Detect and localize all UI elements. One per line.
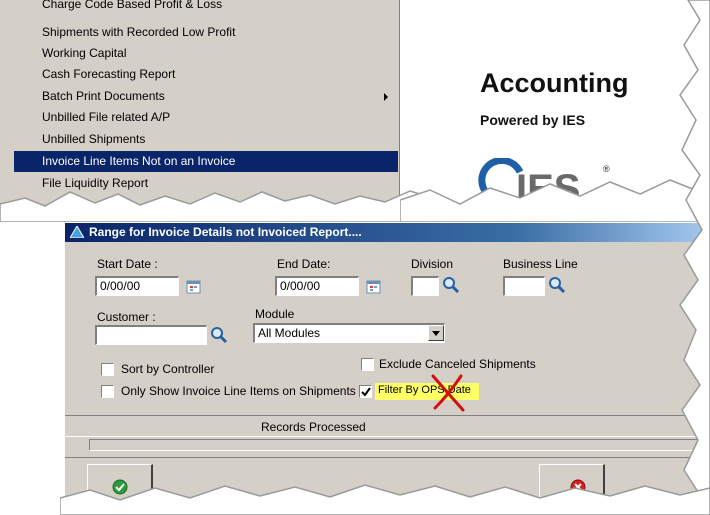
ok-button[interactable]: [87, 464, 153, 510]
magnifier-icon[interactable]: [548, 276, 566, 294]
division-label: Division: [411, 257, 454, 271]
division-field[interactable]: [411, 276, 439, 296]
reports-menu: Charge Code Based Profit & Loss Shipment…: [0, 0, 400, 210]
business-line-field[interactable]: [503, 276, 545, 296]
splash-subtitle: Powered by IES: [480, 112, 586, 128]
magnifier-icon[interactable]: [442, 276, 460, 294]
menu-item-file-liquidity[interactable]: File Liquidity Report: [14, 173, 398, 194]
menu-item-charge-code-profit-loss[interactable]: Charge Code Based Profit & Loss: [14, 0, 398, 15]
menu-item-working-capital[interactable]: Working Capital: [14, 43, 398, 64]
records-processed-label: Records Processed: [261, 420, 366, 434]
menu-item-label: Invoice Line Items Not on an Invoice: [42, 154, 236, 168]
menu-item-label: Unbilled File related A/P: [42, 110, 171, 124]
end-date-value: 0/00/00: [280, 279, 321, 293]
start-date-field[interactable]: 0/00/00: [95, 276, 179, 296]
module-select[interactable]: All Modules: [253, 323, 445, 343]
sort-by-controller-checkbox[interactable]: [101, 363, 114, 376]
registered-mark: ®: [603, 164, 610, 174]
start-date-value: 0/00/00: [100, 279, 141, 293]
menu-item-label: File Liquidity Report: [42, 176, 149, 190]
module-label: Module: [255, 307, 295, 321]
report-range-dialog: Range for Invoice Details not Invoiced R…: [64, 222, 710, 515]
menu-item-label: Batch Print Documents: [42, 89, 165, 103]
menu-item-invoice-line-items[interactable]: Invoice Line Items Not on an Invoice: [14, 151, 398, 172]
splash-title: Accounting: [480, 68, 629, 98]
customer-field[interactable]: [95, 325, 207, 345]
end-date-label: End Date:: [277, 257, 331, 271]
ies-logo-text: IES: [516, 167, 580, 208]
menu-item-batch-print[interactable]: Batch Print Documents: [14, 86, 398, 107]
business-line-label: Business Line: [503, 257, 578, 271]
calendar-icon[interactable]: [185, 278, 203, 296]
cancel-button[interactable]: [539, 464, 605, 510]
menu-item-label: Shipments with Recorded Low Profit: [42, 25, 236, 39]
menu-item-unbilled-shipments[interactable]: Unbilled Shipments: [14, 129, 398, 150]
end-date-field[interactable]: 0/00/00: [275, 276, 359, 296]
menu-item-cash-forecasting[interactable]: Cash Forecasting Report: [14, 64, 398, 85]
customer-label: Customer :: [97, 310, 156, 324]
chevron-down-icon: [432, 331, 440, 336]
magnifier-icon[interactable]: [210, 326, 228, 344]
exclude-canceled-checkbox[interactable]: [361, 358, 374, 371]
module-value: All Modules: [258, 326, 321, 340]
checkmark-icon: [112, 479, 128, 495]
menu-item-label: Charge Code Based Profit & Loss: [42, 0, 223, 11]
dialog-footer: [65, 457, 710, 515]
start-date-label: Start Date :: [97, 257, 158, 271]
records-progress-bar: [89, 439, 710, 451]
dropdown-button[interactable]: [428, 325, 444, 341]
submenu-arrow-icon: [384, 93, 388, 101]
sort-by-controller-label: Sort by Controller: [121, 362, 215, 376]
menu-item-unbilled-file-ap[interactable]: Unbilled File related A/P: [14, 107, 398, 128]
red-x-mark: [431, 374, 465, 412]
ies-logo: IES: [478, 158, 580, 208]
app-triangle-icon: [70, 226, 84, 238]
only-show-invoice-line-items-label: Only Show Invoice Line Items on Shipment…: [121, 384, 356, 398]
dialog-title: Range for Invoice Details not Invoiced R…: [89, 225, 362, 239]
menu-item-label: Unbilled Shipments: [42, 132, 146, 146]
dialog-titlebar[interactable]: Range for Invoice Details not Invoiced R…: [65, 223, 710, 242]
accounting-splash: Accounting Powered by IES IES ®: [418, 0, 710, 210]
checkmark-icon: [361, 387, 371, 397]
menu-item-label: Cash Forecasting Report: [42, 67, 176, 81]
filter-by-ops-date-checkbox[interactable]: [359, 385, 372, 398]
menu-item-shipments-low-profit[interactable]: Shipments with Recorded Low Profit: [14, 22, 398, 43]
menu-item-label: Working Capital: [42, 46, 127, 60]
close-icon: [570, 479, 586, 495]
calendar-icon[interactable]: [365, 278, 383, 296]
only-show-invoice-line-items-checkbox[interactable]: [101, 385, 114, 398]
exclude-canceled-label: Exclude Canceled Shipments: [379, 357, 536, 371]
records-processed-header: Records Processed: [65, 415, 710, 437]
